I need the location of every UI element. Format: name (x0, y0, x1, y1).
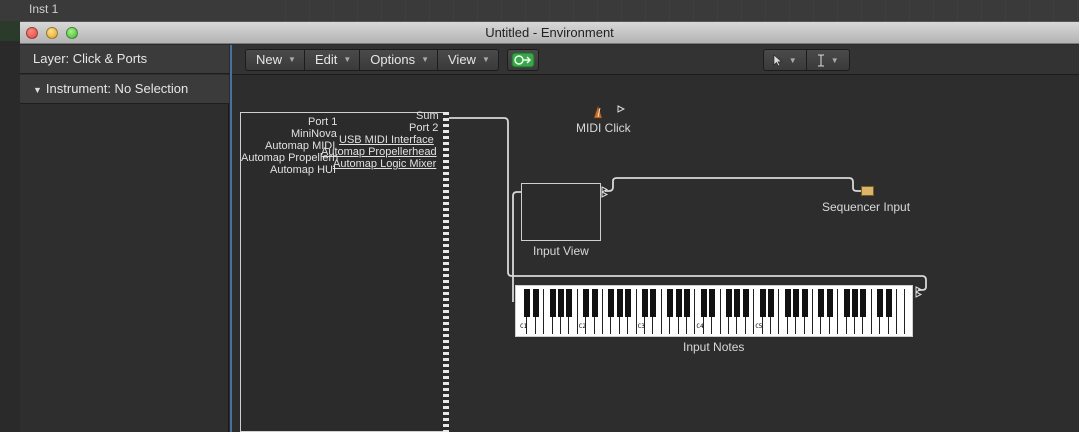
octave-label: C2 (578, 323, 587, 330)
black-key[interactable] (877, 289, 884, 317)
black-key[interactable] (684, 289, 690, 317)
midi-click-label: MIDI Click (576, 121, 631, 135)
black-key[interactable] (852, 289, 858, 317)
black-key[interactable] (801, 289, 808, 317)
black-key[interactable] (650, 289, 657, 317)
black-key[interactable] (675, 289, 682, 317)
black-key[interactable] (742, 289, 749, 317)
edit-menu[interactable]: Edit ▼ (305, 50, 361, 70)
midi-thru-icon (511, 52, 535, 68)
port-right-label: Automap Propellerhead (321, 146, 437, 158)
sequencer-input-label: Sequencer Input (822, 200, 911, 214)
black-key[interactable] (784, 289, 791, 317)
black-key[interactable] (843, 289, 850, 317)
outlet-arrow-icon[interactable] (601, 186, 609, 198)
environment-window: Untitled - Environment Layer: Click & Po… (20, 21, 1079, 432)
black-key[interactable] (734, 289, 741, 317)
menu-group: New ▼ Edit ▼ Options ▼ View ▼ (245, 49, 499, 71)
black-key[interactable] (818, 289, 825, 317)
input-view-label: Input View (533, 244, 589, 258)
black-key[interactable] (642, 289, 648, 317)
black-key[interactable] (549, 289, 556, 317)
port-right-label: Automap Logic Mixer (333, 158, 437, 170)
port-outlets[interactable] (443, 112, 449, 432)
environment-canvas[interactable]: Port 1 MiniNova Automap MIDI Automap Pro… (232, 76, 1079, 432)
black-key[interactable] (709, 289, 716, 317)
black-key[interactable] (591, 289, 598, 317)
toolbar: New ▼ Edit ▼ Options ▼ View ▼ ▼ ▼ (232, 45, 1079, 75)
black-key[interactable] (524, 289, 531, 317)
tool-selector: ▼ ▼ (763, 49, 850, 71)
text-tool-button[interactable]: ▼ (807, 50, 850, 70)
new-menu[interactable]: New ▼ (246, 50, 305, 70)
port-left-label: Automap HUI (270, 164, 337, 176)
port-right-label: USB MIDI Interface (339, 134, 434, 146)
options-menu[interactable]: Options ▼ (360, 50, 438, 70)
disclosure-triangle-icon[interactable]: ▼ (33, 85, 42, 95)
instrument-header[interactable]: ▼ Instrument: No Selection (20, 75, 229, 104)
background-timeline-grid (285, 0, 1079, 21)
black-key[interactable] (768, 289, 774, 317)
black-key[interactable] (583, 289, 590, 317)
black-key[interactable] (793, 289, 800, 317)
environment-main: New ▼ Edit ▼ Options ▼ View ▼ ▼ ▼ Port 1… (230, 45, 1079, 432)
input-notes-label: Input Notes (683, 340, 745, 354)
sequencer-input-icon[interactable] (861, 186, 874, 196)
background-track-title: Inst 1 (29, 2, 59, 16)
black-key[interactable] (726, 289, 732, 317)
layer-selector[interactable]: Layer: Click & Ports (20, 45, 229, 74)
inspector-panel: Layer: Click & Ports ▼ Instrument: No Sel… (20, 45, 229, 432)
metronome-icon[interactable] (593, 105, 603, 119)
instrument-label: Instrument: No Selection (45, 81, 189, 96)
black-key[interactable] (608, 289, 615, 317)
midi-thru-button[interactable] (507, 49, 539, 71)
input-view-object[interactable] (521, 183, 601, 241)
black-key[interactable] (625, 289, 632, 317)
window-title: Untitled - Environment (485, 25, 614, 40)
input-notes-keyboard[interactable]: C1 C2 C3 C4 C5 (515, 285, 913, 337)
white-key[interactable] (897, 289, 906, 334)
octave-label: C1 (520, 323, 528, 330)
title-bar[interactable]: Untitled - Environment (20, 22, 1079, 44)
outlet-arrow-icon[interactable] (915, 286, 923, 298)
octave-label: C3 (637, 323, 645, 330)
octave-label: C4 (696, 323, 704, 330)
black-key[interactable] (616, 289, 623, 317)
view-menu[interactable]: View ▼ (438, 50, 498, 70)
port-left-label: Port 1 (308, 116, 338, 128)
black-key[interactable] (826, 289, 833, 317)
black-key[interactable] (860, 289, 867, 317)
black-key[interactable] (566, 289, 573, 317)
port-left-label: MiniNova (291, 128, 337, 140)
text-cursor-icon (817, 54, 824, 66)
black-key[interactable] (759, 289, 766, 317)
black-key[interactable] (700, 289, 707, 317)
black-key[interactable] (558, 289, 564, 317)
octave-label: C5 (755, 323, 763, 330)
background-track-icon (0, 21, 20, 41)
port-right-label: Port 2 (409, 122, 439, 134)
port-right-label: Sum (416, 110, 439, 122)
pointer-icon (773, 53, 783, 66)
outlet-arrow-icon[interactable] (617, 105, 625, 113)
black-key[interactable] (885, 289, 892, 317)
black-key[interactable] (667, 289, 674, 317)
background-track-strip: Inst 1 (0, 0, 1079, 21)
pointer-tool-button[interactable]: ▼ (764, 50, 807, 70)
black-key[interactable] (532, 289, 539, 317)
